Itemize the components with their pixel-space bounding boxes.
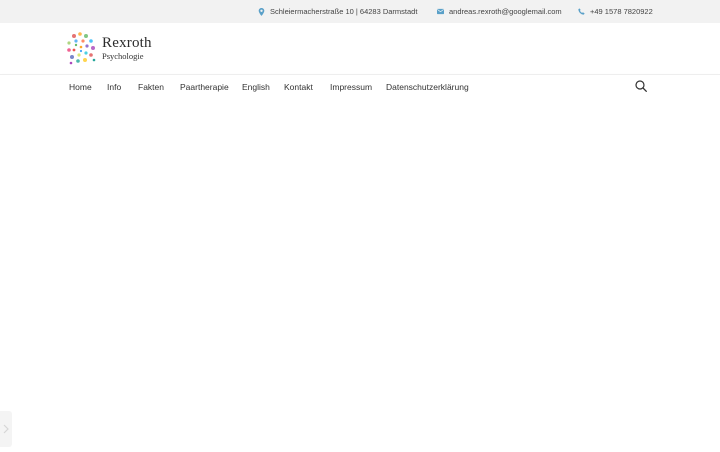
nav-item-home[interactable]: Home: [69, 75, 92, 97]
address-text: Schleiermacherstraße 10 | 64283 Darmstad…: [270, 7, 418, 16]
phone-info[interactable]: +49 1578 7820922: [578, 0, 653, 23]
nav-item-impressum[interactable]: Impressum: [330, 75, 372, 97]
main-content-area: [0, 97, 720, 450]
phone-icon: [578, 8, 585, 15]
top-contact-bar: Schleiermacherstraße 10 | 64283 Darmstad…: [0, 0, 720, 23]
nav-item-kontakt[interactable]: Kontakt: [284, 75, 313, 97]
search-icon: [635, 80, 647, 92]
main-navigation: Home Info Fakten Paartherapie English Ko…: [0, 74, 720, 97]
logo-spiral-icon: [67, 32, 96, 65]
address-info: Schleiermacherstraße 10 | 64283 Darmstad…: [258, 0, 417, 23]
phone-link[interactable]: +49 1578 7820922: [590, 7, 653, 16]
nav-item-info[interactable]: Info: [107, 75, 121, 97]
nav-item-fakten[interactable]: Fakten: [138, 75, 164, 97]
side-floating-tab[interactable]: [0, 411, 12, 447]
site-header: Rexroth Psychologie: [0, 23, 720, 73]
envelope-icon: [437, 8, 444, 15]
nav-item-english[interactable]: English: [242, 75, 270, 97]
site-logo[interactable]: Rexroth Psychologie: [66, 29, 152, 67]
logo-name: Rexroth: [102, 34, 152, 51]
logo-subtitle: Psychologie: [102, 50, 144, 61]
map-marker-icon: [258, 8, 265, 16]
nav-item-datenschutz[interactable]: Datenschutzerklärung: [386, 75, 469, 97]
search-button[interactable]: [635, 79, 647, 92]
email-link[interactable]: andreas.rexroth@googlemail.com: [449, 7, 562, 16]
chevron-right-icon: [3, 424, 9, 434]
email-info[interactable]: andreas.rexroth@googlemail.com: [437, 0, 562, 23]
nav-item-paartherapie[interactable]: Paartherapie: [180, 75, 229, 97]
